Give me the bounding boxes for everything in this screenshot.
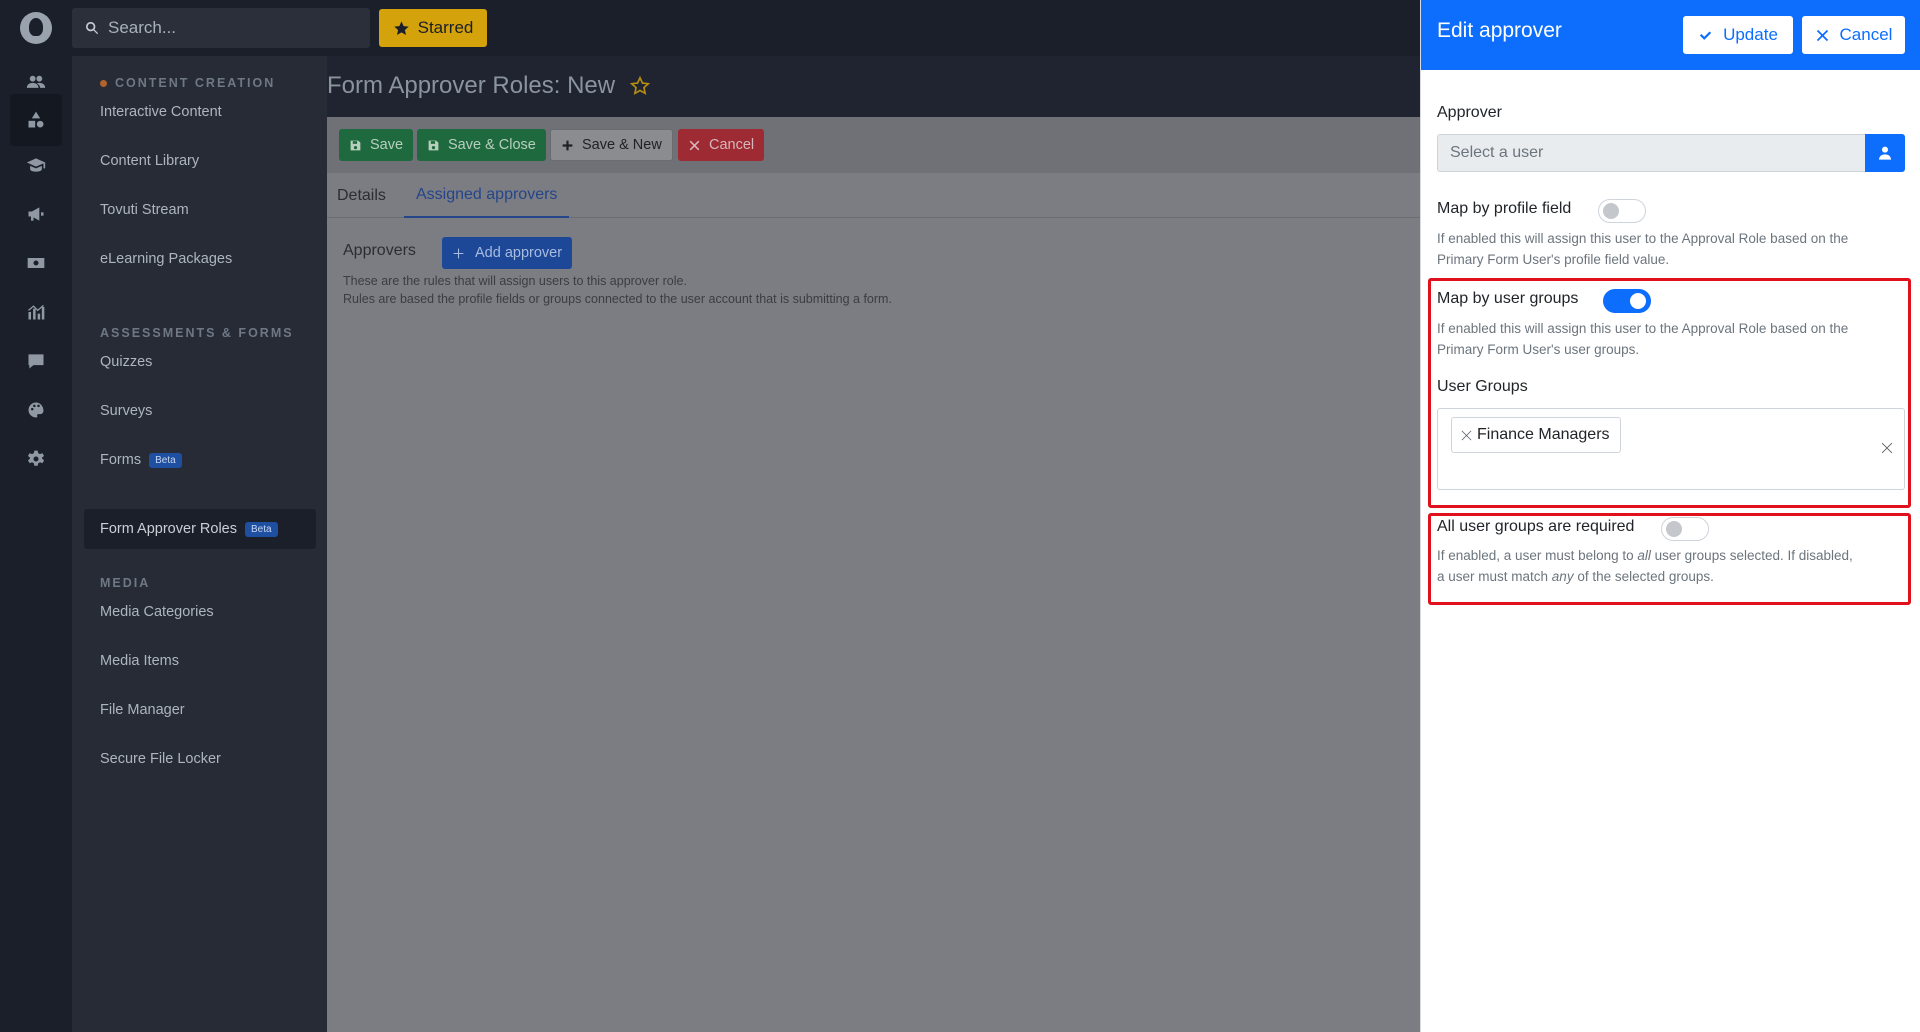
all-required-label: All user groups are required (1437, 518, 1635, 535)
sidebar-item-secure-file-locker[interactable]: Secure File Locker (84, 739, 316, 779)
toggle-knob (1630, 293, 1646, 309)
search-input[interactable]: Search... (72, 8, 370, 48)
content-panel: Save Save & Close Save & New Cancel Deta… (327, 117, 1420, 1032)
remove-chip-icon[interactable] (1460, 429, 1473, 442)
save-button[interactable]: Save (339, 129, 414, 161)
save-new-button[interactable]: Save & New (550, 129, 673, 161)
user-groups-label: User Groups (1437, 378, 1528, 395)
tab-bar: Details Assigned approvers (327, 173, 1420, 218)
save-close-button[interactable]: Save & Close (417, 129, 546, 161)
sidebar-section-assessments-forms: ASSESSMENTS & FORMS (100, 326, 294, 340)
map-groups-label: Map by user groups (1437, 290, 1579, 307)
sidebar: CONTENT CREATION Interactive Content Con… (72, 56, 327, 1032)
map-groups-description: If enabled this will assign this user to… (1437, 321, 1849, 357)
palette-icon[interactable] (0, 384, 72, 436)
favorite-star-icon[interactable] (629, 75, 651, 97)
section-dot-icon (100, 80, 107, 88)
sidebar-item-quizzes[interactable]: Quizzes (84, 342, 316, 382)
map-profile-toggle[interactable] (1598, 199, 1646, 223)
beta-badge: Beta (149, 452, 182, 468)
close-icon (1816, 29, 1828, 41)
toggle-knob (1666, 521, 1682, 537)
approvers-label: Approvers (343, 242, 416, 259)
approver-label: Approver (1437, 104, 1502, 121)
user-groups-multiselect[interactable]: Finance Managers (1437, 408, 1905, 490)
main-content: Form Approver Roles: New Save Save & Clo… (327, 56, 1420, 1032)
star-icon (393, 20, 409, 35)
icon-rail (0, 0, 72, 1032)
floppy-icon (350, 140, 361, 150)
check-icon (1699, 30, 1712, 40)
drawer-title: Edit approver (1437, 19, 1562, 42)
approvers-help-text: These are the rules that will assign use… (343, 274, 687, 288)
selected-group-label: Finance Managers (1477, 426, 1610, 443)
gear-icon[interactable] (0, 433, 72, 485)
toolbar: Save Save & Close Save & New Cancel (327, 117, 1420, 173)
beta-badge: Beta (245, 521, 278, 537)
graduation-cap-icon[interactable] (0, 139, 72, 191)
plus-icon (562, 140, 573, 150)
starred-label: Starred (417, 18, 474, 37)
sidebar-item-surveys[interactable]: Surveys (84, 391, 316, 431)
megaphone-icon[interactable] (0, 188, 72, 240)
sidebar-item-form-approver-roles[interactable]: Form Approver Roles Beta (84, 509, 316, 549)
app-logo-icon[interactable] (20, 12, 52, 44)
chart-icon[interactable] (0, 286, 72, 338)
drawer-header: Edit approver Update Cancel (1421, 0, 1920, 70)
approver-placeholder: Select a user (1450, 144, 1544, 161)
map-profile-description: If enabled this will assign this user to… (1437, 231, 1849, 267)
drawer-cancel-button[interactable]: Cancel (1802, 16, 1905, 54)
user-icon (1879, 146, 1891, 160)
floppy-icon (428, 140, 439, 150)
sidebar-section-content-creation: CONTENT CREATION (100, 76, 275, 90)
search-icon (86, 22, 99, 35)
all-required-toggle[interactable] (1661, 517, 1709, 541)
close-icon (689, 140, 700, 150)
approvers-help-text: Rules are based the profile fields or gr… (343, 292, 892, 306)
toggle-knob (1603, 203, 1619, 219)
sidebar-item-media-items[interactable]: Media Items (84, 641, 316, 681)
sidebar-item-content-library[interactable]: Content Library (84, 141, 316, 181)
update-button[interactable]: Update (1683, 16, 1793, 54)
all-required-description: If enabled, a user must belong to all us… (1437, 548, 1853, 584)
plus-icon (453, 248, 464, 258)
sidebar-item-media-categories[interactable]: Media Categories (84, 592, 316, 632)
starred-button[interactable]: Starred (379, 9, 487, 47)
comment-icon[interactable] (0, 335, 72, 387)
tab-details[interactable]: Details (325, 173, 398, 218)
sidebar-item-file-manager[interactable]: File Manager (84, 690, 316, 730)
select-user-button[interactable] (1865, 134, 1905, 172)
sidebar-section-media: MEDIA (100, 576, 151, 590)
selected-group-chip: Finance Managers (1451, 417, 1621, 453)
cancel-button[interactable]: Cancel (678, 129, 765, 161)
approver-select-input[interactable]: Select a user (1437, 134, 1865, 172)
money-icon[interactable] (0, 237, 72, 289)
add-approver-button[interactable]: Add approver (442, 237, 573, 269)
clear-all-icon[interactable] (1880, 441, 1894, 455)
edit-approver-drawer: Edit approver Update Cancel Approver Sel… (1420, 0, 1920, 1032)
map-profile-label: Map by profile field (1437, 200, 1572, 217)
map-groups-toggle[interactable] (1603, 289, 1651, 313)
sidebar-item-elearning-packages[interactable]: eLearning Packages (84, 239, 316, 279)
sidebar-item-forms[interactable]: Forms Beta (84, 440, 316, 480)
page-title: Form Approver Roles: New (327, 72, 651, 100)
sidebar-item-interactive-content[interactable]: Interactive Content (84, 92, 316, 132)
sidebar-item-tovuti-stream[interactable]: Tovuti Stream (84, 190, 316, 230)
top-bar: Search... Starred (72, 0, 1420, 56)
tab-assigned-approvers[interactable]: Assigned approvers (404, 173, 570, 218)
search-placeholder: Search... (108, 18, 177, 37)
